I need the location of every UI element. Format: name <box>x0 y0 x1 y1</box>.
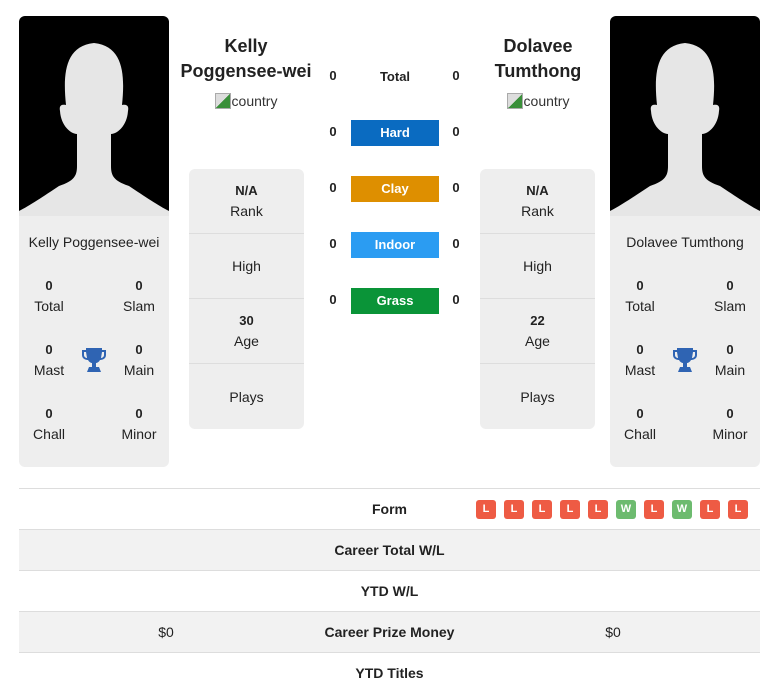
player1-info-panel: N/A Rank High 30 Age Plays <box>189 169 304 429</box>
player2-card: Dolavee Tumthong 0 Total 0 Slam 0 Mast 0 Mai… <box>610 216 760 467</box>
surface-row-clay: 0 Clay 0 <box>323 176 468 202</box>
form-result-badge: L <box>644 500 664 519</box>
player2-heading[interactable]: Dolavee Tumthong <box>463 34 613 84</box>
player1-plays: Plays <box>229 388 264 405</box>
player1-total-titles: 0 Total <box>34 278 64 314</box>
trophy-icon <box>673 347 697 373</box>
surface-row-total: 0 Total 0 <box>323 64 468 90</box>
silhouette-icon <box>610 43 760 216</box>
player1-rank: N/A Rank <box>189 169 304 234</box>
player1-heading[interactable]: Kelly Poggensee-wei <box>171 34 321 84</box>
player1-card: Kelly Poggensee-wei 0 Total 0 Slam 0 Mast 0… <box>19 216 169 467</box>
form-result-badge: L <box>532 500 552 519</box>
player1-high: High <box>189 234 304 299</box>
player1-slam-titles: 0 Slam <box>123 278 155 314</box>
player1-country-flag: country <box>171 93 321 109</box>
player2-chall-titles: 0 Chall <box>624 406 656 442</box>
surface-row-hard: 0 Hard 0 <box>323 120 468 146</box>
form-result-badge: W <box>672 500 692 519</box>
player2-mast-titles: 0 Mast <box>624 342 656 378</box>
form-result-badge: L <box>476 500 496 519</box>
form-result-badge: L <box>588 500 608 519</box>
surface-label-hard[interactable]: Hard <box>351 120 439 146</box>
player1-name: Kelly Poggensee-wei <box>28 234 160 250</box>
surface-label-clay[interactable]: Clay <box>351 176 439 202</box>
player1-minor-titles: 0 Minor <box>121 406 157 442</box>
form-result-badge: W <box>616 500 636 519</box>
player2-photo <box>610 16 760 216</box>
form-result-badge: L <box>504 500 524 519</box>
form-row: Form LLLLLWLWLL <box>19 488 760 529</box>
player2-name: Dolavee Tumthong <box>626 234 744 250</box>
player2-age: 22 Age <box>480 299 595 364</box>
player2-prize-money: $0 <box>605 624 621 640</box>
ytd-titles-row: YTD Titles <box>19 652 760 693</box>
silhouette-icon <box>19 43 169 216</box>
player2-info-panel: N/A Rank High 22 Age Plays <box>480 169 595 429</box>
player2-rank: N/A Rank <box>480 169 595 234</box>
form-result-badge: L <box>728 500 748 519</box>
form-result-badge: L <box>700 500 720 519</box>
player1-mast-titles: 0 Mast <box>33 342 65 378</box>
player2-main-titles: 0 Main <box>714 342 746 378</box>
player1-photo <box>19 16 169 216</box>
player2-country-flag: country <box>463 93 613 109</box>
ytd-wl-row: YTD W/L <box>19 570 760 611</box>
surface-row-indoor: 0 Indoor 0 <box>323 232 468 258</box>
career-prize-money-row: $0 Career Prize Money $0 <box>19 611 760 652</box>
player1-chall-titles: 0 Chall <box>33 406 65 442</box>
broken-image-icon <box>214 93 231 109</box>
surface-row-grass: 0 Grass 0 <box>323 288 468 314</box>
player2-plays: Plays <box>520 388 555 405</box>
broken-image-icon <box>506 93 523 109</box>
player2-minor-titles: 0 Minor <box>712 406 748 442</box>
form-result-badge: L <box>560 500 580 519</box>
surface-label-indoor[interactable]: Indoor <box>351 232 439 258</box>
player2-slam-titles: 0 Slam <box>714 278 746 314</box>
player2-total-titles: 0 Total <box>625 278 655 314</box>
player1-main-titles: 0 Main <box>123 342 155 378</box>
trophy-icon <box>82 347 106 373</box>
player2-high: High <box>480 234 595 299</box>
player1-age: 30 Age <box>189 299 304 364</box>
surface-label-grass[interactable]: Grass <box>351 288 439 314</box>
career-total-wl-row: Career Total W/L <box>19 529 760 570</box>
surface-label-total: Total <box>379 69 411 84</box>
